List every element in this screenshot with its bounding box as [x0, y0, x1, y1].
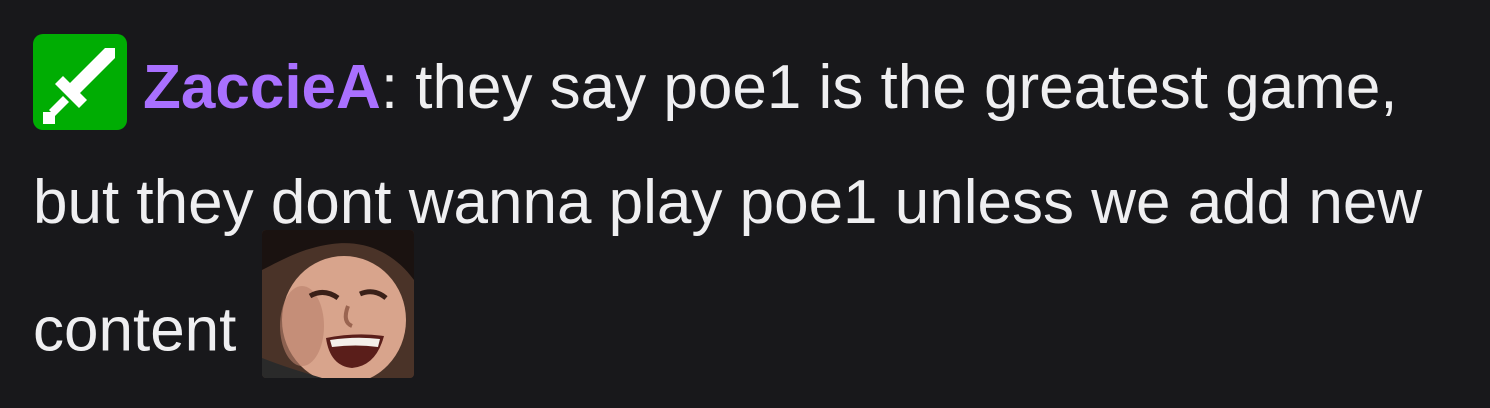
chat-message-line: ZaccieA: they say poe1 is the greatest g…: [33, 30, 1453, 408]
sword-icon: [43, 47, 115, 124]
emote-image: [261, 230, 414, 378]
laughing-face-emote-icon[interactable]: [261, 230, 414, 378]
username-separator: :: [380, 53, 399, 122]
sword-badge-icon[interactable]: [33, 33, 127, 130]
chat-username[interactable]: ZaccieA: [143, 53, 381, 122]
